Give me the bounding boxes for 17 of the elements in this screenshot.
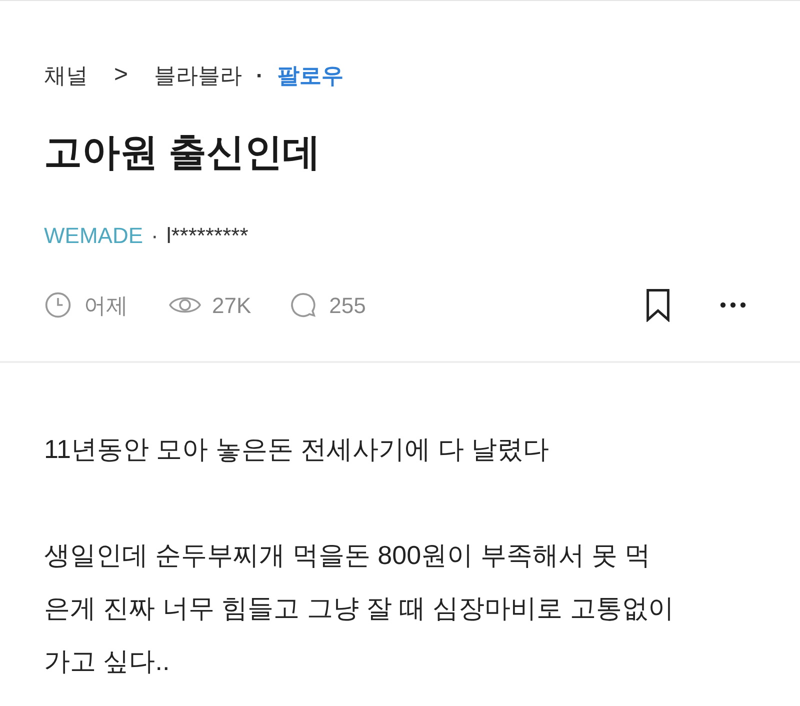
- post-paragraph: 11년동안 모아 놓은돈 전세사기에 다 날렸다: [44, 433, 550, 466]
- bookmark-icon[interactable]: [644, 288, 672, 322]
- author-name: l*********: [166, 222, 248, 250]
- view-count: 27K: [212, 292, 252, 320]
- follow-link[interactable]: 팔로우: [277, 58, 344, 92]
- post-paragraph: 생일인데 순두부찌개 먹을돈 800원이 부족해서 못 먹은게 진짜 너무 힘들고 그냥 잘 때 심장마비로 고통없이 가고 싶다..: [44, 539, 675, 678]
- separator-dot: ·: [151, 222, 158, 250]
- separator-dot: ·: [256, 62, 264, 90]
- breadcrumb-board[interactable]: 블라블라: [154, 58, 242, 92]
- post-time: 어제: [84, 292, 128, 320]
- comment-icon: [289, 291, 318, 319]
- comment-count: 255: [329, 292, 366, 320]
- post-title: 고아원 출신인데: [44, 131, 322, 176]
- breadcrumb-channel[interactable]: 채널: [44, 58, 88, 92]
- chevron-icon: >: [114, 57, 128, 93]
- clock-icon: [44, 291, 72, 319]
- more-icon[interactable]: [720, 302, 746, 308]
